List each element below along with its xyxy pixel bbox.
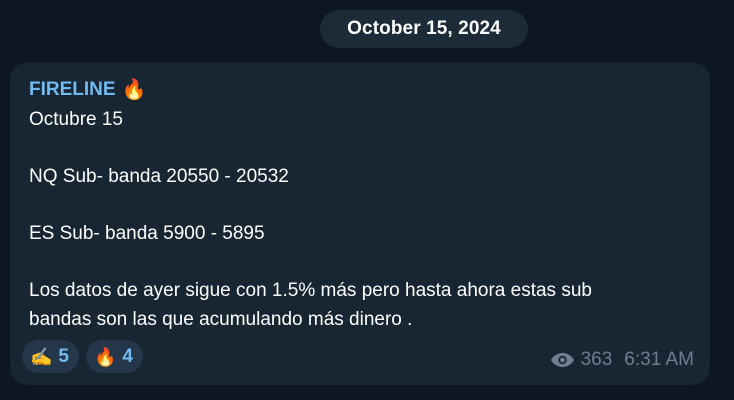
message-time: 6:31 AM <box>624 348 694 370</box>
eye-icon <box>550 352 574 367</box>
reaction-count: 4 <box>122 345 133 367</box>
reaction-writing-hand[interactable]: ✍️ 5 <box>22 340 79 373</box>
view-count: 363 <box>580 348 613 370</box>
message-line-nq: NQ Sub- banda 20550 - 20532 <box>29 166 289 187</box>
message-line-es: ES Sub- banda 5900 - 5895 <box>29 223 265 244</box>
reaction-count: 5 <box>58 345 69 367</box>
fire-icon: 🔥 <box>121 79 147 101</box>
message-footer: ✍️ 5 🔥 4 363 6:31 AM <box>22 340 694 373</box>
sender-name[interactable]: FIRELINE <box>29 79 116 101</box>
message-meta: 363 6:31 AM <box>550 343 694 371</box>
fire-icon: 🔥 <box>94 346 117 367</box>
message-text: Octubre 15 NQ Sub- banda 20550 - 20532 E… <box>29 106 690 334</box>
message-sender[interactable]: FIRELINE 🔥 <box>29 76 690 104</box>
message-bubble[interactable]: FIRELINE 🔥 Octubre 15 NQ Sub- banda 2055… <box>10 62 710 385</box>
reaction-fire[interactable]: 🔥 4 <box>86 340 143 373</box>
message-line-comment-2: bandas son las que acumulando más dinero… <box>29 308 413 330</box>
writing-hand-icon: ✍️ <box>30 346 53 367</box>
reactions: ✍️ 5 🔥 4 <box>22 340 143 373</box>
message-line-date: Octubre 15 <box>29 109 123 130</box>
date-separator: October 15, 2024 <box>320 10 528 48</box>
message-line-comment-1: Los datos de ayer sigue con 1.5% más per… <box>29 280 592 301</box>
